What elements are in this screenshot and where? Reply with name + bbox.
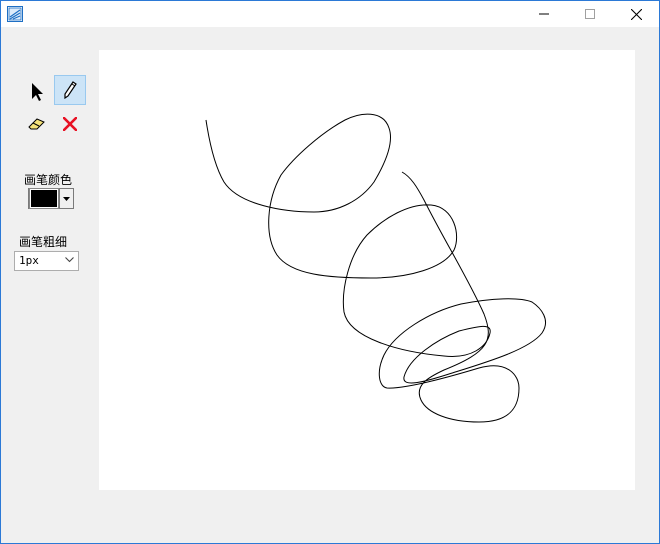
pencil-icon — [64, 81, 77, 99]
color-dropdown-button[interactable] — [59, 189, 73, 208]
app-window: 画笔颜色 画笔粗细 1px — [0, 0, 660, 544]
red-x-icon — [63, 117, 77, 131]
pen-color-label: 画笔颜色 — [24, 173, 73, 187]
maximize-icon — [585, 9, 595, 19]
triangle-down-icon — [63, 196, 70, 201]
arrow-cursor-icon — [32, 83, 43, 101]
close-button[interactable] — [613, 1, 659, 27]
pen-stroke — [205, 113, 546, 423]
drawing-canvas[interactable] — [99, 50, 635, 490]
pen-width-label: 画笔粗细 — [19, 235, 68, 249]
app-icon — [7, 6, 23, 22]
pen-width-value: 1px — [19, 254, 39, 267]
eraser-icon — [28, 118, 45, 130]
eraser-tool-button[interactable] — [21, 109, 53, 139]
minimize-icon — [539, 13, 549, 15]
minimize-button[interactable] — [521, 1, 567, 27]
select-tool-button[interactable] — [21, 77, 53, 107]
maximize-button[interactable] — [567, 1, 613, 27]
clear-canvas-button[interactable] — [54, 109, 86, 139]
chevron-down-icon — [65, 257, 74, 263]
title-bar[interactable] — [1, 1, 659, 27]
pen-width-select[interactable]: 1px — [14, 251, 79, 271]
pen-tool-button[interactable] — [54, 75, 86, 105]
close-icon — [630, 8, 642, 20]
pen-color-swatch — [31, 190, 57, 207]
pen-color-picker[interactable] — [28, 188, 74, 209]
